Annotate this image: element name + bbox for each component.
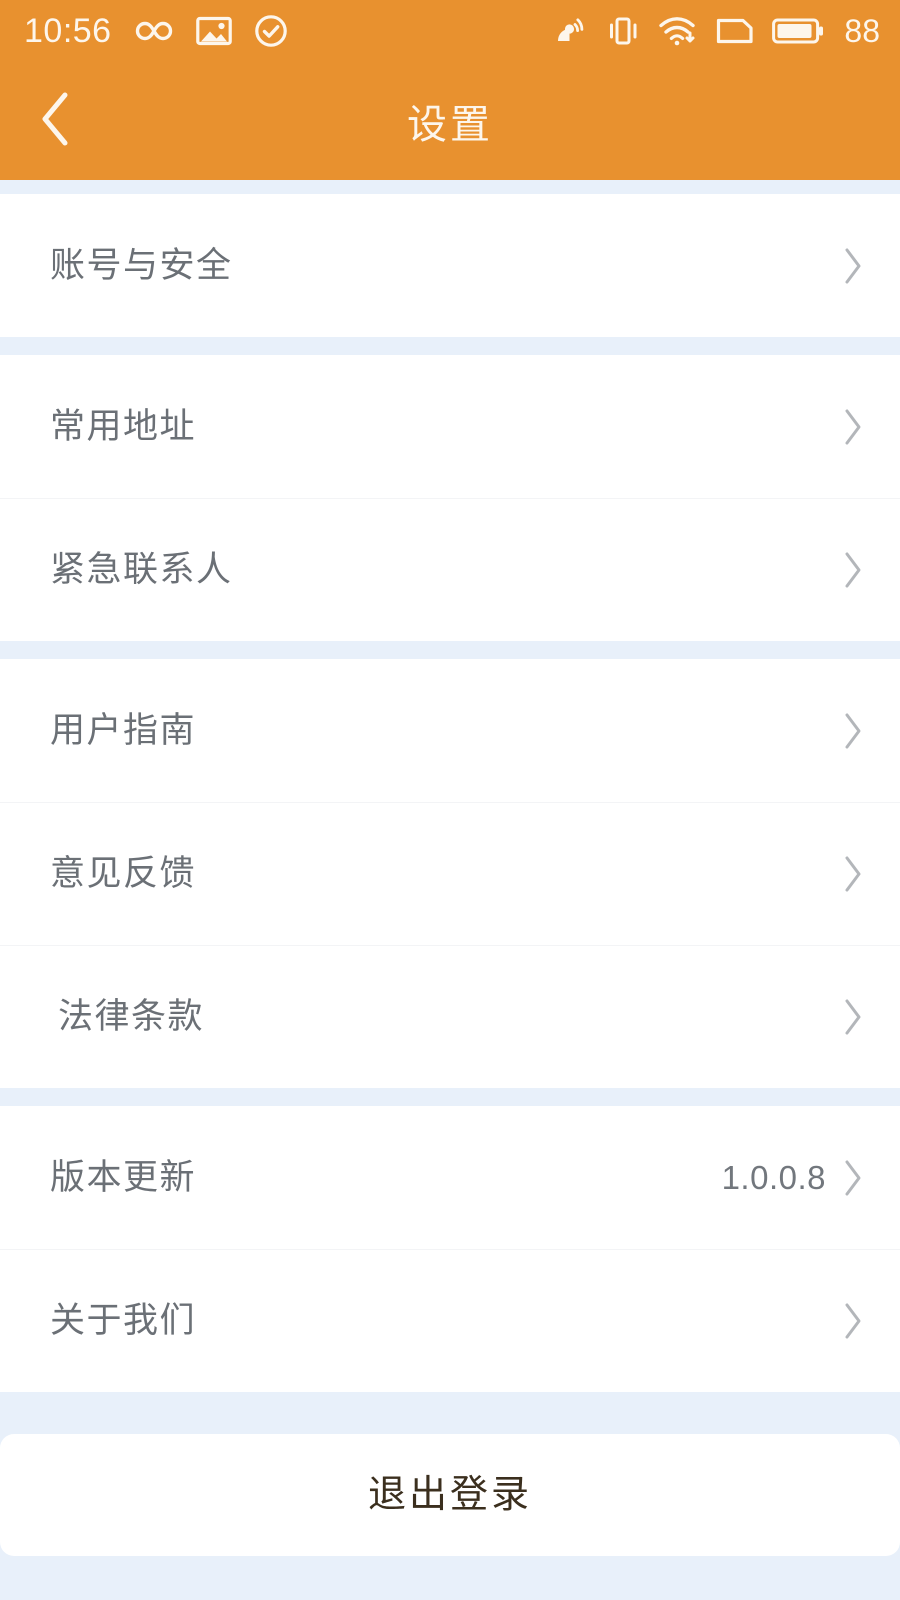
status-time: 10:56: [24, 12, 112, 50]
section-spacer: [0, 641, 900, 659]
settings-row-common-address[interactable]: 常用地址: [0, 355, 900, 498]
battery-icon: [772, 17, 824, 45]
settings-group-personal: 常用地址 紧急联系人: [0, 355, 900, 641]
chevron-right-icon: [842, 997, 864, 1037]
chevron-right-icon: [842, 711, 864, 751]
settings-row-about-us[interactable]: 关于我们: [0, 1249, 900, 1392]
settings-list: 账号与安全 常用地址 紧急联系人 用户指南 意见反馈 法律条款 版本更新 1.0…: [0, 180, 900, 1600]
section-spacer: [0, 180, 900, 194]
chevron-right-icon: [842, 550, 864, 590]
settings-row-label: 版本更新: [50, 1158, 197, 1197]
wifi-download-icon: [658, 15, 698, 47]
location-broadcast-icon: [552, 15, 588, 47]
image-icon: [195, 16, 232, 46]
settings-row-label: 紧急联系人: [50, 550, 233, 589]
version-value: 1.0.0.8: [721, 1159, 826, 1196]
settings-row-label: 意见反馈: [50, 854, 197, 893]
page-title: 设置: [407, 103, 493, 147]
logout-button[interactable]: 退出登录: [0, 1434, 900, 1556]
section-spacer: [0, 1392, 900, 1434]
chevron-right-icon: [842, 1301, 864, 1341]
sim-card-icon: [716, 16, 754, 46]
status-bar-right: 88: [552, 15, 880, 47]
settings-row-label: 用户指南: [50, 711, 197, 750]
back-button[interactable]: [18, 83, 94, 159]
status-bar: 10:56 88: [0, 0, 900, 62]
section-spacer: [0, 1088, 900, 1106]
infinity-icon: [134, 18, 174, 44]
settings-row-user-guide[interactable]: 用户指南: [0, 659, 900, 802]
bottom-spacer: [0, 1556, 900, 1600]
logout-button-label: 退出登录: [367, 1474, 532, 1516]
chevron-right-icon: [842, 407, 864, 447]
chevron-right-icon: [842, 246, 864, 286]
settings-row-account-security[interactable]: 账号与安全: [0, 194, 900, 337]
chevron-right-icon: [842, 854, 864, 894]
battery-percent-label: 88: [844, 13, 880, 49]
settings-row-version-update[interactable]: 版本更新 1.0.0.8: [0, 1106, 900, 1249]
settings-group-help: 用户指南 意见反馈 法律条款: [0, 659, 900, 1088]
settings-group-app: 版本更新 1.0.0.8 关于我们: [0, 1106, 900, 1392]
settings-row-feedback[interactable]: 意见反馈: [0, 802, 900, 945]
check-circle-icon: [254, 14, 288, 48]
settings-row-legal-terms[interactable]: 法律条款: [0, 945, 900, 1088]
logout-section: 退出登录: [0, 1434, 900, 1556]
app-header: 设置: [0, 62, 900, 180]
settings-row-label: 常用地址: [50, 407, 197, 446]
section-spacer: [0, 337, 900, 355]
settings-group-account: 账号与安全: [0, 194, 900, 337]
settings-row-label: 法律条款: [58, 997, 205, 1036]
vibrate-icon: [606, 15, 640, 47]
settings-row-label: 关于我们: [50, 1301, 197, 1340]
status-bar-left: 10:56: [24, 14, 288, 48]
settings-row-emergency-contact[interactable]: 紧急联系人: [0, 498, 900, 641]
settings-row-label: 账号与安全: [50, 246, 233, 285]
settings-screen: 10:56 88 设置 账号与安全 常用地址 紧急联系人 用户指南 意见反馈 法…: [0, 0, 900, 1600]
chevron-left-icon: [34, 90, 78, 153]
chevron-right-icon: [842, 1158, 864, 1198]
